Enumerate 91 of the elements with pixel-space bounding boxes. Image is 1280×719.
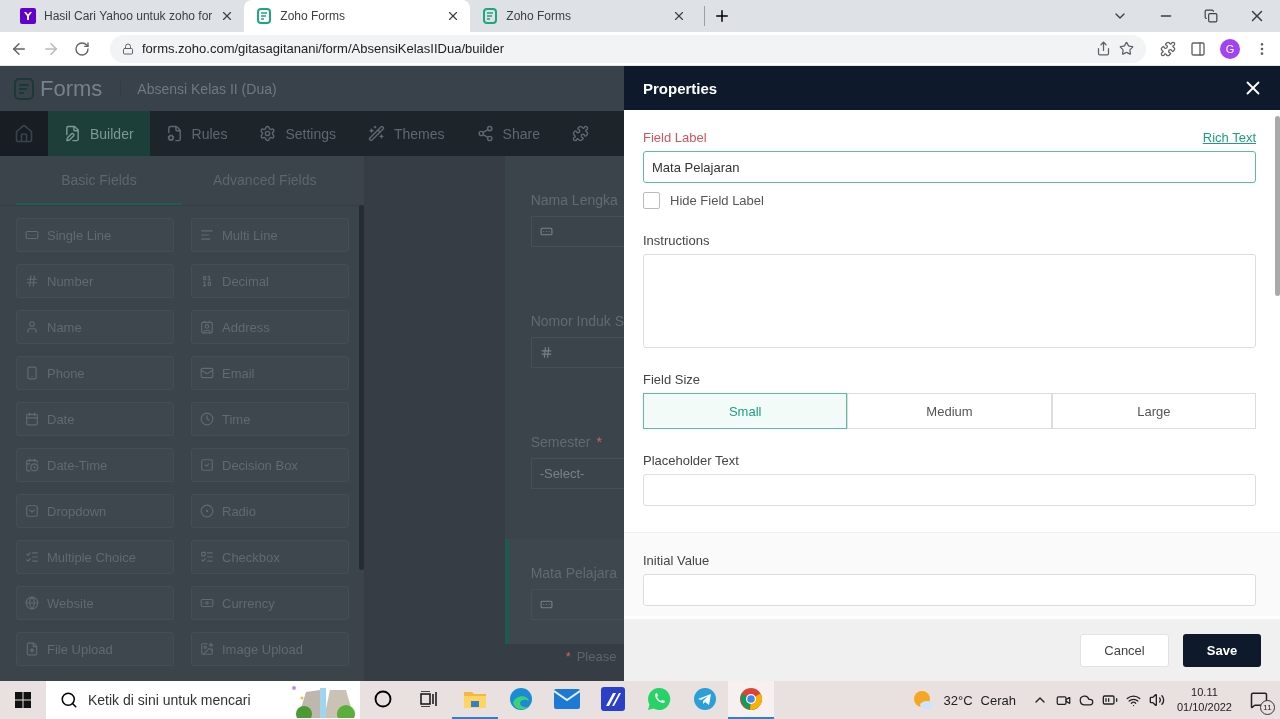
lock-icon[interactable]	[122, 42, 134, 55]
text-box-icon	[25, 228, 39, 242]
nav-tab[interactable]: Rules	[149, 111, 244, 156]
contact-card-icon	[200, 320, 214, 334]
wand-icon	[368, 125, 385, 142]
dropdown-icon	[25, 504, 39, 518]
cancel-button[interactable]: Cancel	[1080, 633, 1169, 667]
image-icon	[200, 642, 214, 656]
temperature: 32°C	[943, 692, 973, 708]
wifi-icon[interactable]	[1125, 692, 1141, 708]
taskbar-search-field[interactable]: Ketik di sini untuk mencari	[46, 681, 360, 719]
field-label: Instructions	[643, 233, 711, 248]
app-icon[interactable]	[601, 687, 625, 711]
browser-tab[interactable]: Zoho Forms	[244, 0, 471, 32]
edge-icon[interactable]	[509, 687, 533, 711]
document-pen-icon	[64, 125, 81, 142]
hash-icon	[25, 274, 39, 288]
save-button[interactable]: Save	[1183, 633, 1261, 667]
nav-tab[interactable]: Builder	[48, 111, 150, 156]
lines-icon	[200, 228, 214, 242]
text-box-icon	[539, 225, 553, 238]
banknote-icon	[200, 596, 214, 610]
digits-icon	[200, 274, 214, 288]
panel-title: Properties	[643, 79, 718, 97]
forms-logo-icon	[482, 8, 499, 24]
calendar-icon	[25, 412, 39, 426]
extensions-icon[interactable]	[1160, 40, 1176, 57]
envelope-icon	[200, 366, 214, 380]
chrome-icon[interactable]	[739, 687, 763, 711]
globe-icon	[25, 596, 39, 610]
checklist-icon	[25, 550, 39, 564]
scrollbar-thumb[interactable]	[358, 205, 364, 570]
size-option[interactable]: Large	[1051, 393, 1256, 429]
paper-plane-icon[interactable]	[693, 687, 717, 711]
nav-tab[interactable]: Share	[460, 111, 556, 156]
file-upload-icon	[25, 642, 39, 656]
side-panel-icon[interactable]	[1190, 40, 1206, 57]
windows-logo-icon	[15, 692, 31, 708]
volume-icon[interactable]	[1148, 692, 1165, 708]
radio-icon	[200, 504, 214, 518]
clock-icon	[200, 412, 214, 426]
checklist-icon	[200, 550, 214, 564]
yahoo-logo-icon	[20, 8, 36, 24]
restore-icon[interactable]	[1204, 9, 1218, 23]
placeholder-field[interactable]	[643, 474, 1256, 506]
settings-icon	[259, 125, 277, 142]
field-label: Placeholder Text	[643, 453, 740, 468]
share-icon[interactable]	[1096, 41, 1111, 56]
rich-text-link[interactable]: Rich Text	[1202, 130, 1256, 145]
forms-logo-icon	[14, 77, 34, 100]
input-field[interactable]	[530, 337, 624, 368]
envelope-icon[interactable]	[554, 689, 580, 709]
checkbox-label: Hide Field Label	[670, 193, 764, 208]
battery-icon[interactable]	[1101, 692, 1118, 708]
nav-tab[interactable]: Themes	[352, 111, 461, 156]
size-option[interactable]: Small	[643, 393, 848, 429]
reload-icon[interactable]	[74, 40, 90, 57]
circle-icon	[374, 690, 392, 708]
address-bar[interactable]: forms.zoho.com/gitasagitanani/form/AbsensiKelasIIDua/builder	[110, 34, 1146, 63]
calendar-clock-icon	[25, 458, 39, 472]
size-option[interactable]: Medium	[847, 393, 1052, 429]
forms-logo-icon	[256, 8, 273, 24]
task-view-icon	[420, 691, 438, 707]
notification-count: 11	[1260, 700, 1275, 715]
phone-icon	[25, 366, 39, 380]
hide-label-checkbox[interactable]	[643, 192, 660, 209]
home-icon	[14, 123, 34, 144]
field-label-input[interactable]: Mata Pelajaran	[643, 151, 1256, 183]
text-box-icon	[539, 598, 553, 611]
field-label: Field Size	[643, 372, 702, 387]
field-label: Initial Value	[643, 553, 711, 568]
app-logo: Forms	[40, 75, 103, 102]
scrollbar-thumb[interactable]	[1275, 116, 1280, 296]
clock[interactable]: 10.11 01/10/2022	[1176, 685, 1232, 715]
nav-tab[interactable]: Settings	[243, 111, 352, 156]
weather-condition: Cerah	[980, 692, 1016, 708]
star-icon[interactable]	[1119, 41, 1134, 56]
checkbox-icon	[200, 458, 214, 472]
profile-avatar[interactable]: G	[1220, 38, 1240, 59]
search-icon	[60, 691, 78, 709]
hash-icon	[539, 346, 553, 359]
person-icon	[25, 320, 39, 334]
field-label: Field Label	[643, 130, 707, 145]
initial-value-field[interactable]	[643, 574, 1256, 606]
cloud-icon[interactable]	[1078, 692, 1094, 708]
document-gear-icon	[165, 125, 183, 142]
instructions-field[interactable]	[643, 254, 1256, 348]
browser-tab[interactable]: Zoho Forms	[470, 0, 697, 32]
share-icon	[476, 125, 494, 142]
puzzle-icon[interactable]	[571, 125, 589, 142]
browser-tab[interactable]: Hasil Cari Yahoo untuk zoho for	[8, 0, 245, 32]
